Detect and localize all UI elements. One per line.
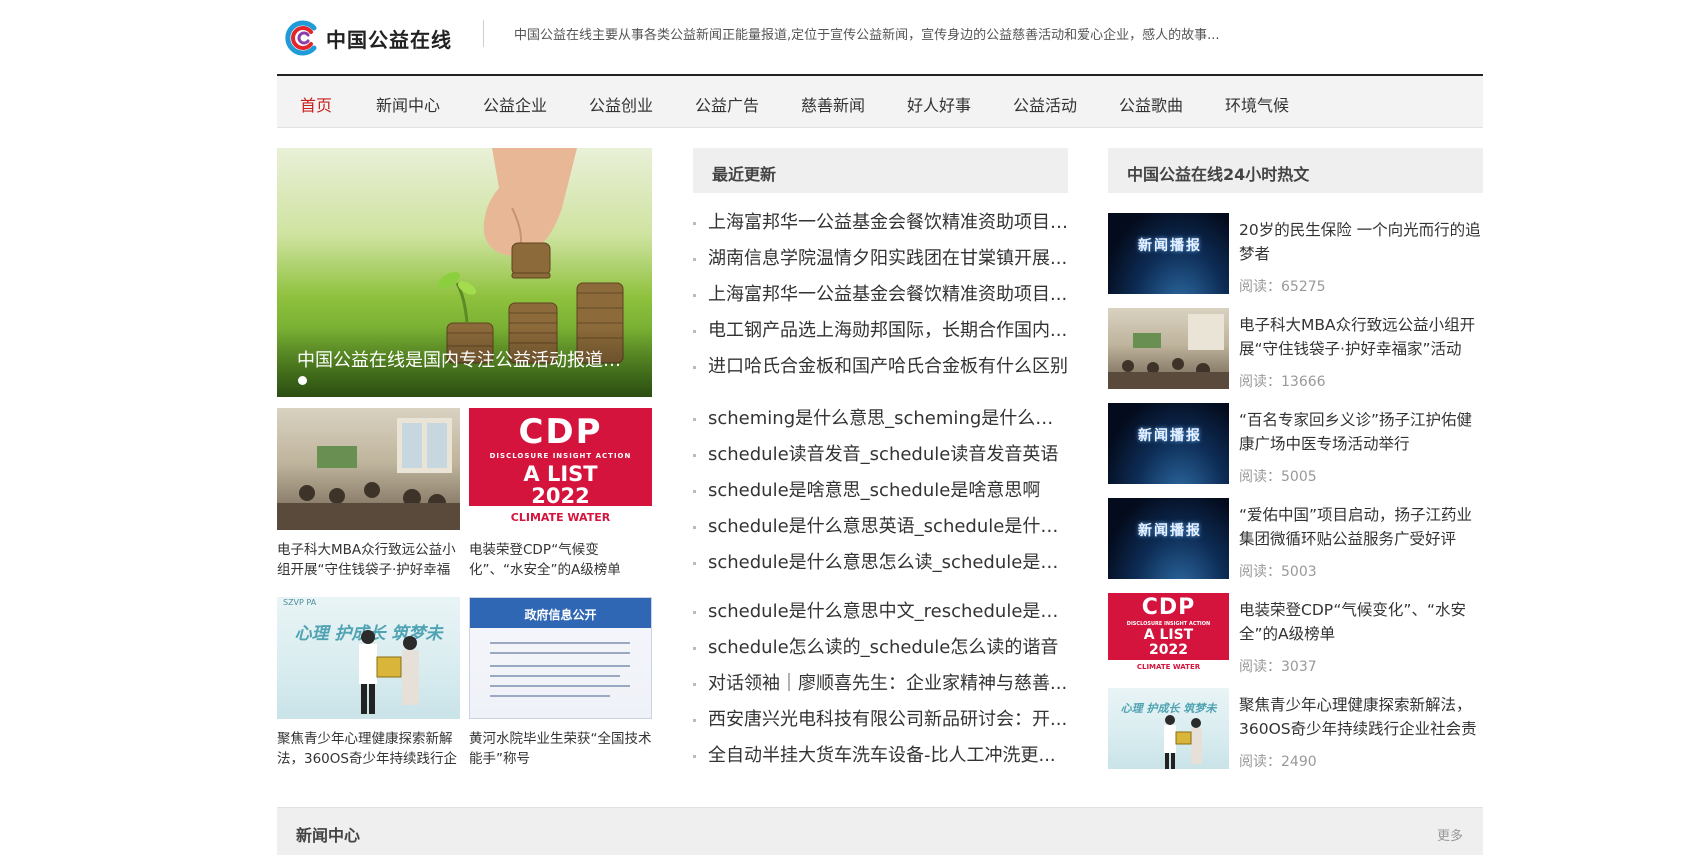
news-badge: 新闻播报: [1138, 238, 1202, 254]
news-center-title: 新闻中心: [296, 826, 361, 845]
thumb-title[interactable]: 聚焦青少年心理健康探索新解法，360OS奇少年持续践行企业社会责任: [277, 729, 460, 769]
news-center-more-link[interactable]: 更多: [1437, 825, 1463, 844]
recent-item[interactable]: 电工钢产品选上海勋邦国际，长期合作国内...: [693, 316, 1068, 346]
hot-image-news-broadcast[interactable]: 新闻播报: [1108, 498, 1229, 579]
nav-item-news-center[interactable]: 新闻中心: [376, 92, 440, 116]
recent-item[interactable]: schedule读音发音_schedule读音发音英语: [693, 440, 1068, 470]
hot-article[interactable]: 新闻播报 “百名专家回乡义诊”扬子江护佑健康广场中医专场活动举行 阅读：5005: [1108, 403, 1483, 485]
cdp-tagline: DISCLOSURE INSIGHT ACTION: [489, 452, 632, 460]
nav-item-home[interactable]: 首页: [300, 92, 332, 116]
site-logo[interactable]: 中国公益在线: [284, 19, 452, 57]
hot-article-reads: 阅读：13666: [1239, 374, 1326, 390]
nav-item-charity-enterprises[interactable]: 公益企业: [483, 92, 547, 116]
news-badge: 新闻播报: [1138, 428, 1202, 444]
hot-article[interactable]: 电子科大MBA众行致远公益小组开展“守住钱袋子·护好幸福家”活动 阅读：1366…: [1108, 308, 1483, 390]
featured-slider[interactable]: 中国公益在线是国内专注公益活动报道与公益慈善新闻传播的平台: [277, 148, 652, 397]
hot-article-title[interactable]: 聚焦青少年心理健康探索新解法，360OS奇少年持续践行企业社会责任: [1239, 693, 1483, 741]
header-divider: [483, 20, 484, 47]
thumb-title[interactable]: 电子科大MBA众行致远公益小组开展“守住钱袋子·护好幸福家”活动: [277, 540, 460, 580]
recent-item[interactable]: schedule是什么意思英语_schedule是什么意思: [693, 512, 1068, 542]
hot-article-title[interactable]: “百名专家回乡义诊”扬子江护佑健康广场中医专场活动举行: [1239, 408, 1483, 456]
hot-article-reads: 阅读：5003: [1239, 564, 1317, 580]
thumb-card[interactable]: SZVP PA 心理 护成长 筑梦未 聚焦青少年心理健康探索新解法，360OS奇…: [277, 597, 460, 769]
logo-mark-icon: [284, 20, 320, 56]
hot-image-award[interactable]: 心理 护成长 筑梦未: [1108, 688, 1229, 769]
slider-dot[interactable]: [298, 376, 307, 385]
recent-item[interactable]: schedule是啥意思_schedule是啥意思啊: [693, 476, 1068, 506]
recent-section-title: 最近更新: [712, 165, 777, 184]
nav-item-good-deeds[interactable]: 好人好事: [907, 92, 971, 116]
hot-article-title[interactable]: 20岁的民生保险 一个向光而行的追梦者: [1239, 218, 1483, 266]
slider-caption[interactable]: 中国公益在线是国内专注公益活动报道与公益慈善新闻传播的平台: [297, 346, 627, 372]
recent-item[interactable]: schedule怎么读的_schedule怎么读的谐音: [693, 633, 1068, 663]
hot-image-classroom[interactable]: [1108, 308, 1229, 389]
main-nav: 首页 新闻中心 公益企业 公益创业 公益广告 慈善新闻 好人好事 公益活动 公益…: [277, 74, 1483, 128]
hot-article-reads: 阅读：65275: [1239, 279, 1326, 295]
hot-article-reads: 阅读：3037: [1239, 659, 1317, 675]
hot-article-title[interactable]: 电子科大MBA众行致远公益小组开展“守住钱袋子·护好幸福家”活动: [1239, 313, 1483, 361]
site-header: 中国公益在线 中国公益在线主要从事各类公益新闻正能量报道,定位于宣传公益新闻，宣…: [277, 0, 1483, 75]
thumb-image-cdp[interactable]: CDP DISCLOSURE INSIGHT ACTION A LIST 202…: [469, 408, 652, 530]
nav-item-charity-events[interactable]: 公益活动: [1013, 92, 1077, 116]
recent-item[interactable]: 全自动半挂大货车洗车设备-比人工冲洗更...: [693, 741, 1068, 771]
nav-item-environment-climate[interactable]: 环境气候: [1225, 92, 1289, 116]
recent-item[interactable]: 上海富邦华一公益基金会餐饮精准资助项目走进...: [693, 208, 1068, 238]
recent-item[interactable]: 湖南信息学院温情夕阳实践团在甘棠镇开展...: [693, 244, 1068, 274]
cdp-brand: CDP: [518, 412, 603, 452]
cdp-list: A LIST: [1143, 627, 1194, 643]
hot-section-title: 中国公益在线24小时热文: [1127, 165, 1310, 184]
thumb-image-classroom[interactable]: [277, 408, 460, 530]
cdp-year: 2022: [1149, 642, 1188, 658]
thumb-title[interactable]: 黄河水院毕业生荣获“全国技术能手”称号: [469, 729, 652, 769]
site-slogan: 中国公益在线主要从事各类公益新闻正能量报道,定位于宣传公益新闻，宣传身边的公益慈…: [514, 28, 1220, 43]
cdp-list: A LIST: [523, 462, 598, 486]
thumb-card[interactable]: 电子科大MBA众行致远公益小组开展“守住钱袋子·护好幸福家”活动: [277, 408, 460, 580]
nav-item-charity-ads[interactable]: 公益广告: [695, 92, 759, 116]
news-badge: 新闻播报: [1138, 523, 1202, 539]
cdp-brand: CDP: [1141, 595, 1196, 620]
thumb-card[interactable]: CDP DISCLOSURE INSIGHT ACTION A LIST 202…: [469, 408, 652, 580]
hot-image-news-broadcast[interactable]: 新闻播报: [1108, 213, 1229, 294]
thumb-card[interactable]: 政府信息公开 黄河水院毕业生荣获“全国技术能手”称号: [469, 597, 652, 769]
hot-article[interactable]: 心理 护成长 筑梦未 聚焦青少年心理健康探索新解法，360OS奇少年持续践行企业…: [1108, 688, 1483, 770]
nav-item-charity-news[interactable]: 慈善新闻: [801, 92, 865, 116]
recent-section-header: 最近更新: [693, 148, 1068, 193]
hot-section-header: 中国公益在线24小时热文: [1108, 148, 1483, 193]
hot-article[interactable]: 新闻播报 “爱佑中国”项目启动，扬子江药业集团微循环贴公益服务广受好评 阅读：5…: [1108, 498, 1483, 580]
thumb-image-award[interactable]: SZVP PA 心理 护成长 筑梦未: [277, 597, 460, 719]
cdp-band: CLIMATE WATER: [469, 506, 652, 530]
hot-article-reads: 阅读：5005: [1239, 469, 1317, 485]
recent-item[interactable]: 西安唐兴光电科技有限公司新品研讨会：开...: [693, 705, 1068, 735]
hot-article-reads: 阅读：2490: [1239, 754, 1317, 770]
hot-image-news-broadcast[interactable]: 新闻播报: [1108, 403, 1229, 484]
hot-article[interactable]: CDP DISCLOSURE INSIGHT ACTION A LIST 202…: [1108, 593, 1483, 675]
logo-text: 中国公益在线: [326, 27, 452, 52]
recent-item[interactable]: schedule是什么意思怎么读_schedule是什么意思: [693, 548, 1068, 578]
thumb-image-document[interactable]: 政府信息公开: [469, 597, 652, 719]
recent-item[interactable]: 对话领袖｜廖顺喜先生：企业家精神与慈善...: [693, 669, 1068, 699]
hot-article-title[interactable]: “爱佑中国”项目启动，扬子江药业集团微循环贴公益服务广受好评: [1239, 503, 1483, 551]
recent-item[interactable]: 上海富邦华一公益基金会餐饮精准资助项目...: [693, 280, 1068, 310]
hot-image-cdp[interactable]: CDP DISCLOSURE INSIGHT ACTION A LIST 202…: [1108, 593, 1229, 674]
hot-article[interactable]: 新闻播报 20岁的民生保险 一个向光而行的追梦者 阅读：65275: [1108, 213, 1483, 295]
cdp-band: CLIMATE WATER: [1108, 660, 1229, 674]
recent-item[interactable]: scheming是什么意思_scheming是什么意思: [693, 404, 1068, 434]
thumb-title[interactable]: 电装荣登CDP“气候变化”、“水安全”的A级榜单: [469, 540, 652, 580]
news-center-section-header: 新闻中心 更多: [277, 807, 1483, 855]
cdp-year: 2022: [531, 484, 590, 508]
nav-item-charity-songs[interactable]: 公益歌曲: [1119, 92, 1183, 116]
nav-item-charity-startups[interactable]: 公益创业: [589, 92, 653, 116]
recent-item[interactable]: 进口哈氏合金板和国产哈氏合金板有什么区别: [693, 352, 1068, 382]
hot-article-title[interactable]: 电装荣登CDP“气候变化”、“水安全”的A级榜单: [1239, 598, 1483, 646]
recent-item[interactable]: schedule是什么意思中文_reschedule是什么意思: [693, 597, 1068, 627]
